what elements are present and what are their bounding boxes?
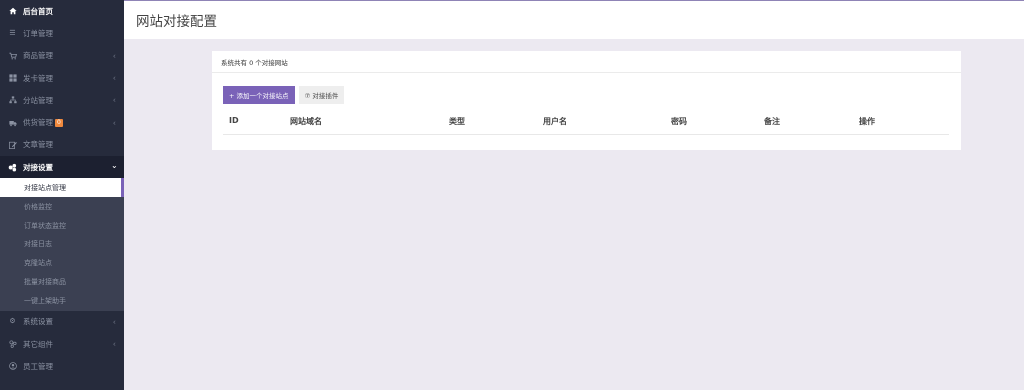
count-badge: 0: [55, 118, 63, 127]
chevron-left-icon: ‹: [112, 51, 116, 61]
sidebar-item-label: 发卡管理: [23, 73, 53, 83]
site-count-summary: 系统共有 0 个对接网站: [221, 58, 288, 67]
sidebar: 后台首页 ☰ 订单管理 商品管理 ‹ 发卡管理 ‹ 分站管理 ‹ 供货管理 0 …: [0, 0, 124, 390]
sidebar-item-label: 文章管理: [23, 140, 53, 150]
puzzle-icon: [8, 340, 17, 349]
sidebar-item-system-settings[interactable]: ⚙ 系统设置 ‹: [0, 311, 124, 333]
sidebar-item-label: 系统设置: [23, 317, 53, 327]
submenu-item-clone-site[interactable]: 克隆站点: [0, 254, 124, 273]
home-icon: [8, 7, 17, 16]
sidebar-item-articles[interactable]: 文章管理: [0, 134, 124, 156]
list-icon: ☰: [9, 28, 16, 37]
user-icon: [8, 362, 17, 371]
sidebar-item-label: 员工管理: [23, 361, 53, 371]
column-header-type[interactable]: 类型: [449, 116, 465, 127]
link-icon: [8, 163, 17, 172]
chevron-down-icon: ›: [109, 165, 119, 169]
sidebar-item-label: 订单管理: [23, 28, 53, 38]
top-header: 网站对接配置: [124, 0, 1024, 39]
sidebar-item-substations[interactable]: 分站管理 ‹: [0, 89, 124, 111]
toolbar: + 添加一个对接站点 ⑦ 对接插件: [223, 86, 345, 104]
sitemap-icon: [8, 96, 17, 105]
column-header-password[interactable]: 密码: [671, 116, 687, 127]
sidebar-item-label: 商品管理: [23, 51, 53, 61]
submenu-item-label: 价格监控: [24, 202, 52, 211]
chevron-left-icon: ‹: [112, 317, 116, 327]
cart-icon: [8, 51, 17, 60]
submenu-item-label: 一键上架助手: [24, 297, 66, 306]
chevron-left-icon: ‹: [112, 73, 116, 83]
table-header: ID 网站域名 类型 用户名 密码 备注 操作: [223, 111, 949, 135]
sidebar-item-label: 分站管理: [23, 95, 53, 105]
sidebar-item-label: 后台首页: [23, 6, 53, 16]
truck-icon: [8, 118, 17, 127]
add-site-button[interactable]: + 添加一个对接站点: [223, 86, 295, 104]
submenu-item-batch-docking[interactable]: 批量对接商品: [0, 273, 124, 292]
chevron-left-icon: ‹: [112, 118, 116, 128]
sidebar-item-label: 对接设置: [23, 162, 53, 172]
submenu-item-label: 批量对接商品: [24, 278, 66, 287]
chevron-left-icon: ‹: [112, 95, 116, 105]
sidebar-item-cards[interactable]: 发卡管理 ‹: [0, 67, 124, 89]
docking-plugin-button[interactable]: ⑦ 对接插件: [298, 86, 345, 104]
column-header-remarks[interactable]: 备注: [764, 116, 780, 127]
submenu-item-site-management[interactable]: 对接站点管理: [0, 178, 124, 198]
submenu-item-order-status-monitor[interactable]: 订单状态监控: [0, 216, 124, 235]
sidebar-item-label: 其它组件: [23, 339, 53, 349]
submenu-item-label: 对接日志: [24, 240, 52, 249]
panel-header: 系统共有 0 个对接网站: [212, 51, 961, 73]
submenu-docking: 对接站点管理 价格监控 订单状态监控 对接日志 克隆站点 批量对接商品 一键上架…: [0, 178, 124, 311]
submenu-item-price-monitor[interactable]: 价格监控: [0, 197, 124, 216]
submenu-item-docking-log[interactable]: 对接日志: [0, 235, 124, 254]
sidebar-item-supply[interactable]: 供货管理 0 ‹: [0, 111, 124, 133]
submenu-item-label: 对接站点管理: [24, 183, 66, 192]
column-header-id[interactable]: ID: [229, 116, 239, 125]
page-title: 网站对接配置: [136, 14, 217, 30]
sidebar-item-staff[interactable]: 员工管理: [0, 355, 124, 377]
gear-icon: ⚙: [9, 317, 16, 326]
sidebar-item-products[interactable]: 商品管理 ‹: [0, 45, 124, 67]
column-header-actions[interactable]: 操作: [859, 116, 875, 127]
chevron-left-icon: ‹: [112, 339, 116, 349]
submenu-item-label: 订单状态监控: [24, 221, 66, 230]
sidebar-item-components[interactable]: 其它组件 ‹: [0, 333, 124, 355]
grid-icon: [8, 74, 17, 83]
sidebar-item-dashboard[interactable]: 后台首页: [0, 0, 124, 22]
submenu-item-listing-assistant[interactable]: 一键上架助手: [0, 292, 124, 311]
sidebar-item-orders[interactable]: ☰ 订单管理: [0, 22, 124, 44]
sidebar-item-docking-settings[interactable]: 对接设置 ›: [0, 156, 124, 179]
column-header-username[interactable]: 用户名: [543, 116, 567, 127]
column-header-domain[interactable]: 网站域名: [290, 116, 322, 127]
edit-icon: [8, 140, 17, 149]
sidebar-item-label: 供货管理: [23, 118, 53, 128]
submenu-item-label: 克隆站点: [24, 259, 52, 268]
content-panel: 系统共有 0 个对接网站 + 添加一个对接站点 ⑦ 对接插件 ID 网站域名 类…: [212, 51, 961, 150]
